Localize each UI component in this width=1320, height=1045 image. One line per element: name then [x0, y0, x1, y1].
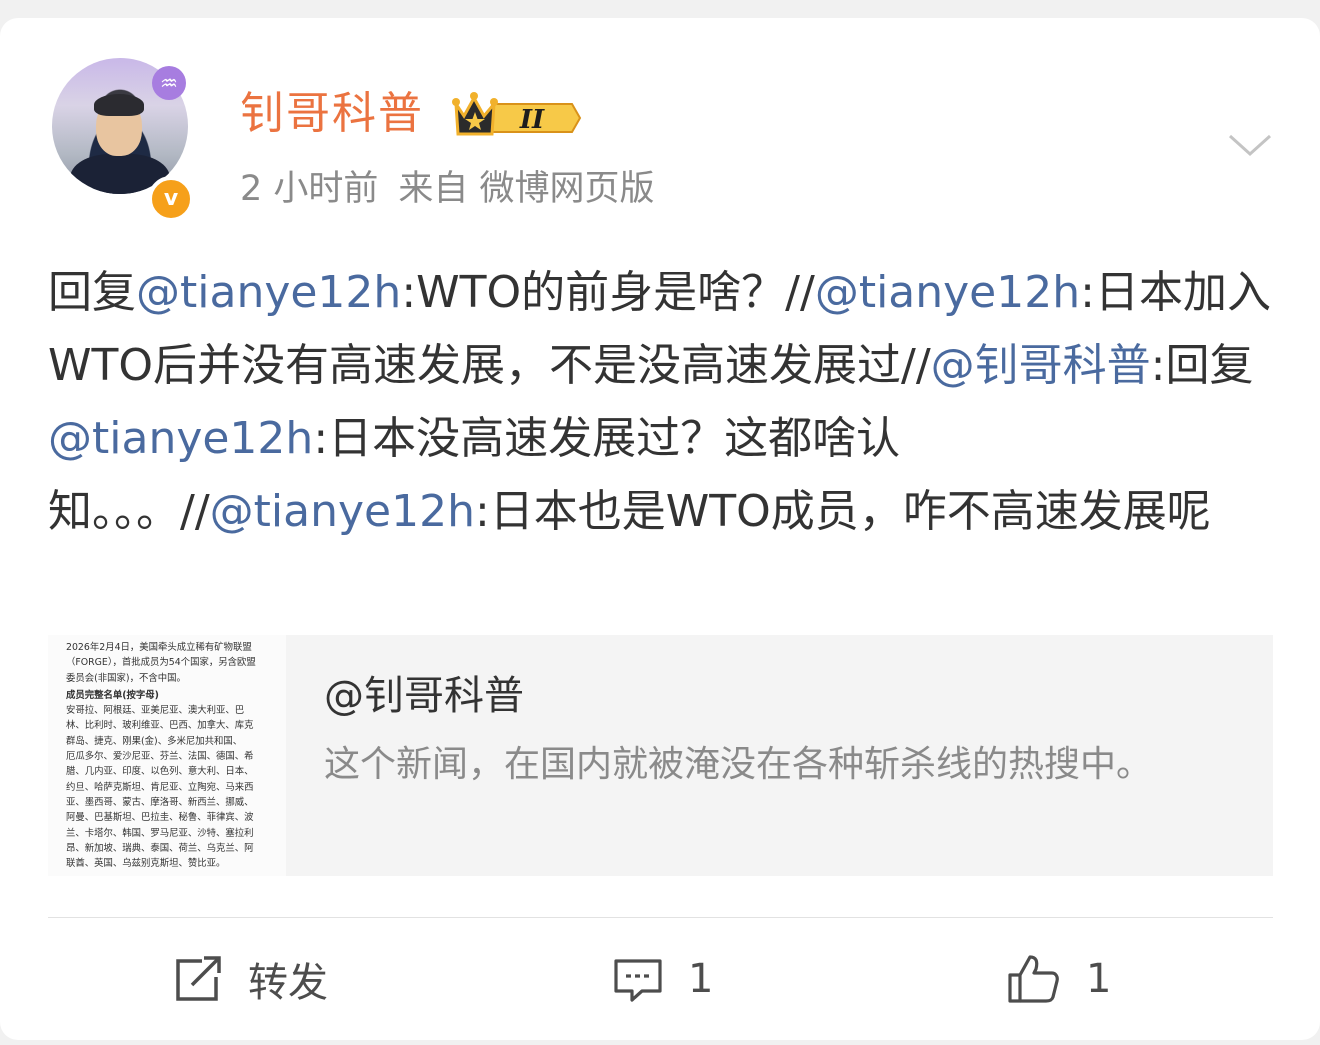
content-text: :日本也是WTO成员，咋不高速发展呢 — [474, 486, 1211, 537]
thumbnail-line: 昂、新加坡、瑞典、泰国、荷兰、乌克兰、阿 — [66, 842, 254, 854]
quoted-text: 这个新闻，在国内就被淹没在各种斩杀线的热搜中。 — [324, 744, 1153, 785]
repost-icon — [176, 956, 221, 1001]
crown-badge-icon[interactable]: II — [452, 90, 582, 140]
mention-link[interactable]: @tianye12h — [136, 267, 401, 318]
thumbnail-line: 联酋、英国、乌兹别克斯坦、赞比亚。 — [66, 858, 226, 870]
repost-button[interactable]: 转发 — [172, 948, 328, 1010]
mention-link[interactable]: @钊哥科普 — [931, 340, 1151, 391]
thumbnail-line: 成员完整名单(按字母) — [66, 689, 159, 701]
thumbnail-line: 约旦、哈萨克斯坦、肯尼亚、立陶宛、马来西 — [66, 781, 254, 793]
thumbnail-line: 厄瓜多尔、爱沙尼亚、芬兰、法国、德国、希 — [66, 751, 254, 763]
post-card: ♒ v 钊哥科普 II 2 小时前 来自 微博网页版 回复@tianye12h:W… — [0, 18, 1320, 1040]
content-text: :回复 — [1150, 340, 1254, 391]
chevron-down-icon[interactable] — [1226, 130, 1274, 160]
thumbnail-line: 2026年2月4日，美国牵头成立稀有矿物联盟 — [66, 642, 252, 653]
comment-button[interactable]: 1 — [612, 948, 713, 1010]
comment-icon — [614, 959, 662, 1002]
content-text: 回复 — [48, 267, 136, 318]
like-icon — [1008, 955, 1059, 1003]
post-content: 回复@tianye12h:WTO的前身是啥？//@tianye12h:日本加入W… — [48, 256, 1273, 548]
thumbnail-line: （FORGE），首批成员为54个国家，另含欧盟 — [66, 657, 256, 669]
thumbnail-line: 亚、墨西哥、蒙古、摩洛哥、新西兰、挪威、 — [66, 796, 254, 808]
thumbnail-line: 委员会(非国家)，不含中国。 — [66, 672, 186, 684]
author-name[interactable]: 钊哥科普 — [240, 84, 424, 144]
verified-icon: v — [148, 176, 194, 222]
repost-label: 转发 — [248, 960, 328, 1006]
thumbnail-line: 群岛、捷克、刚果(金)、多米尼加共和国、 — [66, 735, 243, 747]
post-meta: 2 小时前 来自 微博网页版 — [240, 166, 675, 212]
mention-link[interactable]: @tianye12h — [48, 413, 313, 464]
member-level: II — [519, 105, 545, 135]
mention-link[interactable]: @tianye12h — [815, 267, 1080, 318]
divider — [48, 917, 1273, 918]
avatar[interactable]: ♒ v — [52, 58, 194, 222]
thumbnail-line: 阿曼、巴基斯坦、巴拉圭、秘鲁、菲律宾、波 — [66, 812, 254, 824]
post-time: 2 小时前 — [240, 169, 379, 209]
avatar-decoration-icon: ♒ — [152, 66, 186, 100]
comment-count: 1 — [688, 956, 714, 1002]
post-source: 来自 微博网页版 — [398, 169, 655, 209]
thumbnail-line: 兰、卡塔尔、韩国、罗马尼亚、沙特、塞拉利 — [66, 827, 254, 839]
quoted-thumbnail[interactable]: 2026年2月4日，美国牵头成立稀有矿物联盟 （FORGE），首批成员为54个国家… — [48, 635, 286, 876]
thumbnail-line: 安哥拉、阿根廷、亚美尼亚、澳大利亚、巴 — [66, 705, 245, 717]
quoted-post[interactable]: 2026年2月4日，美国牵头成立稀有矿物联盟 （FORGE），首批成员为54个国家… — [48, 635, 1273, 876]
thumbnail-line: 林、比利时、玻利维亚、巴西、加拿大、库克 — [66, 720, 254, 732]
content-text: :WTO的前身是啥？// — [401, 267, 815, 318]
mention-link[interactable]: @tianye12h — [210, 486, 475, 537]
like-count: 1 — [1086, 956, 1112, 1002]
quoted-author[interactable]: @钊哥科普 — [324, 669, 524, 723]
like-button[interactable]: 1 — [1006, 948, 1111, 1010]
thumbnail-line: 腊、几内亚、印度、以色列、意大利、日本、 — [66, 766, 254, 778]
